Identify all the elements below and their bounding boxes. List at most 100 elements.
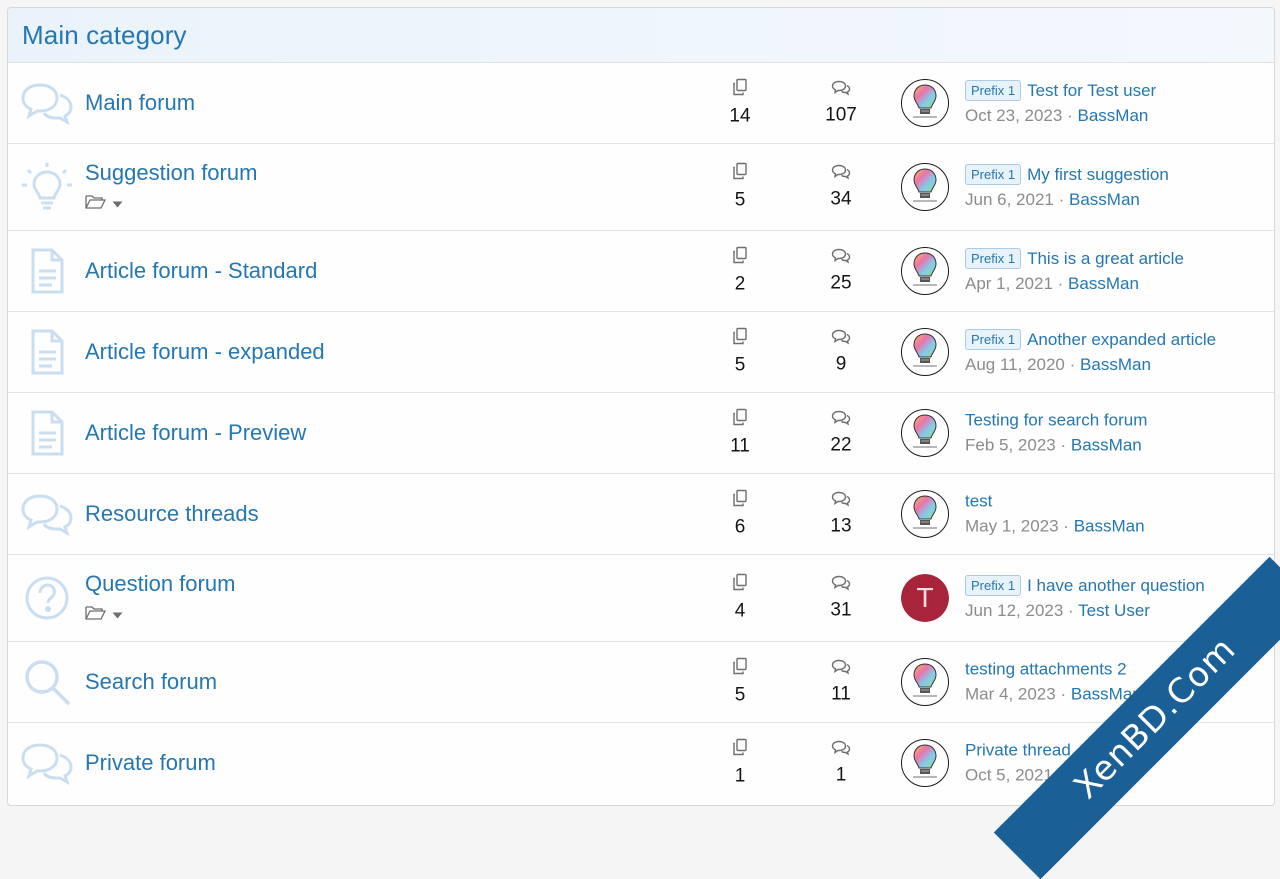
forum-main: Private forum <box>85 750 216 776</box>
threads-icon <box>710 246 770 270</box>
latest-date: Oct 23, 2023 <box>965 106 1063 125</box>
messages-stat: 34 <box>811 164 871 211</box>
latest-thread-link[interactable]: Test for Test user <box>1027 81 1156 101</box>
lightbulb-avatar-icon <box>902 491 948 537</box>
avatar-letter: T <box>901 574 949 622</box>
messages-stat: 1 <box>811 740 871 787</box>
messages-stat: 31 <box>811 575 871 622</box>
forum-title-link[interactable]: Search forum <box>85 669 217 695</box>
forum-main: Article forum - expanded <box>85 339 325 365</box>
latest-date: Jun 6, 2021 <box>965 190 1054 209</box>
latest-user-link[interactable]: Test User <box>1078 601 1150 620</box>
latest-user-link[interactable]: BassMan <box>1080 355 1151 374</box>
search-icon <box>20 657 74 707</box>
latest-date: Feb 5, 2023 <box>965 435 1056 455</box>
latest-thread-link[interactable]: This is a great article <box>1027 249 1184 269</box>
avatar[interactable] <box>901 328 949 376</box>
threads-icon <box>710 162 770 186</box>
messages-stat: 22 <box>811 410 871 457</box>
messages-icon <box>811 491 871 512</box>
thread-prefix-badge[interactable]: Prefix 1 <box>965 248 1022 269</box>
threads-stat: 4 <box>710 573 770 623</box>
thread-prefix-badge[interactable]: Prefix 1 <box>965 329 1022 350</box>
messages-count: 1 <box>835 764 847 786</box>
threads-count: 5 <box>734 354 746 376</box>
latest-thread-link[interactable]: Testing for search forum <box>965 411 1147 431</box>
latest-thread-line: test <box>965 492 1145 512</box>
latest-thread-link[interactable]: Another expanded article <box>1027 330 1216 350</box>
meta-separator: · <box>1063 516 1069 536</box>
latest-user-link[interactable]: BassMan <box>1068 274 1139 293</box>
forum-title-link[interactable]: Article forum - Standard <box>85 258 317 284</box>
latest-user-link[interactable]: BassMan <box>1071 436 1142 455</box>
subforums-dropdown[interactable] <box>85 194 257 214</box>
messages-icon <box>811 740 871 761</box>
forum-main: Article forum - Preview <box>85 420 306 446</box>
latest-thread-link[interactable]: I have another question <box>1027 576 1205 596</box>
subforums-dropdown[interactable] <box>85 605 235 625</box>
latest-thread-link[interactable]: My first suggestion <box>1027 165 1169 185</box>
avatar[interactable] <box>901 658 949 706</box>
threads-stat: 6 <box>710 489 770 539</box>
thread-prefix-badge[interactable]: Prefix 1 <box>965 575 1022 596</box>
meta-separator: · <box>1060 684 1067 704</box>
lightbulb-icon <box>20 162 74 212</box>
chat-bubbles-icon <box>20 489 74 539</box>
category-header: Main category <box>8 8 1274 63</box>
forum-row: Article forum - Standard 2 25 Prefix 1 Th… <box>8 231 1274 312</box>
avatar[interactable]: T <box>901 574 949 622</box>
messages-icon <box>811 575 871 596</box>
avatar[interactable] <box>901 79 949 127</box>
forum-title-link[interactable]: Question forum <box>85 571 235 597</box>
threads-stat: 5 <box>710 327 770 377</box>
latest-thread-link[interactable]: testing attachments 2 <box>965 660 1127 680</box>
forum-title-link[interactable]: Article forum - Preview <box>85 420 306 446</box>
forum-title-link[interactable]: Main forum <box>85 90 195 116</box>
latest-thread-link[interactable]: test <box>965 492 992 512</box>
forum-title-link[interactable]: Article forum - expanded <box>85 339 325 365</box>
forum-title-link[interactable]: Private forum <box>85 750 216 776</box>
thread-prefix-badge[interactable]: Prefix 1 <box>965 80 1022 101</box>
forum-title-link[interactable]: Suggestion forum <box>85 160 257 186</box>
latest-thread-line: Prefix 1 Another expanded article <box>965 329 1216 350</box>
threads-icon <box>710 408 770 432</box>
forum-main: Main forum <box>85 90 195 116</box>
latest-thread-link[interactable]: Private thread <box>965 741 1071 761</box>
avatar[interactable] <box>901 739 949 787</box>
meta-separator: · <box>1057 274 1064 293</box>
threads-icon <box>710 657 770 681</box>
threads-icon <box>710 78 770 102</box>
threads-stat: 11 <box>710 408 770 458</box>
threads-icon <box>710 489 770 513</box>
latest-user-link[interactable]: BassMan <box>1077 106 1148 125</box>
threads-stat: 5 <box>710 657 770 707</box>
document-icon <box>20 246 74 296</box>
avatar[interactable] <box>901 409 949 457</box>
threads-stat: 2 <box>710 246 770 296</box>
threads-count: 4 <box>734 600 746 622</box>
forum-title-link[interactable]: Resource threads <box>85 501 259 527</box>
lightbulb-avatar-icon <box>902 80 948 126</box>
threads-icon <box>710 573 770 597</box>
latest-post: Prefix 1 Another expanded article Aug 11, … <box>965 329 1216 375</box>
forum-row: Main forum 14 107 Prefix 1 Test for Test … <box>8 63 1274 144</box>
latest-user-link[interactable]: BassMan <box>1074 517 1145 536</box>
avatar[interactable] <box>901 247 949 295</box>
category-title[interactable]: Main category <box>22 20 187 51</box>
latest-user-link[interactable]: BassMan <box>1069 190 1140 209</box>
lightbulb-avatar-icon <box>902 329 948 375</box>
latest-meta-line: May 1, 2023 · BassMan <box>965 517 1145 537</box>
forum-main: Suggestion forum <box>85 160 257 214</box>
thread-prefix-badge[interactable]: Prefix 1 <box>965 164 1022 185</box>
chat-bubbles-icon <box>20 738 74 788</box>
latest-date: Jun 12, 2023 <box>965 601 1064 620</box>
forum-row: Article forum - Preview 11 22 Testing fo… <box>8 393 1274 474</box>
threads-count: 1 <box>734 765 746 787</box>
lightbulb-avatar-icon <box>902 740 948 786</box>
folder-icon <box>85 194 107 214</box>
threads-count: 11 <box>730 435 750 457</box>
avatar[interactable] <box>901 163 949 211</box>
avatar[interactable] <box>901 490 949 538</box>
latest-thread-line: testing attachments 2 <box>965 660 1142 680</box>
caret-down-icon <box>112 195 123 213</box>
